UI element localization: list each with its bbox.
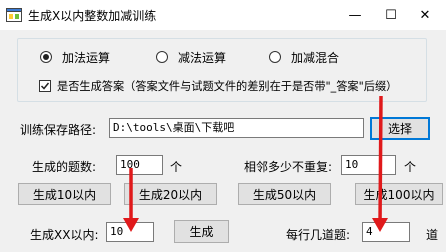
answer-checkbox[interactable]: 是否生成答案（答案文件与试题文件的差别在于是否带"_答案"后缀） (39, 78, 397, 94)
radio-indicator (269, 51, 281, 63)
custom-range-input[interactable]: 10 (106, 222, 154, 242)
no-repeat-unit: 个 (404, 160, 417, 174)
radio-mixed[interactable]: 加减混合 (269, 49, 339, 65)
app-window: 生成X以内整数加减训练 — ☐ ✕ 加法运算 减法运算 加减混合 是否生成答案（… (0, 0, 446, 252)
radio-mixed-label: 加减混合 (291, 50, 340, 65)
question-count-unit: 个 (170, 160, 183, 174)
radio-add[interactable]: 加法运算 (40, 49, 110, 65)
radio-add-label: 加法运算 (62, 50, 111, 65)
preset-50-button[interactable]: 生成50以内 (238, 183, 331, 205)
answer-checkbox-label: 是否生成答案（答案文件与试题文件的差别在于是否带"_答案"后缀） (57, 80, 398, 93)
no-repeat-input[interactable]: 10 (341, 155, 396, 175)
close-icon: ✕ (419, 7, 431, 23)
radio-indicator (156, 51, 168, 63)
per-row-label: 每行几道题: (286, 228, 351, 242)
title-bar: 生成X以内整数加减训练 — ☐ ✕ (0, 0, 446, 30)
save-path-input[interactable]: D:\tools\桌面\下载吧 (109, 118, 364, 138)
per-row-input[interactable]: 4 (362, 222, 410, 242)
generate-button[interactable]: 生成 (174, 220, 229, 243)
maximize-icon: ☐ (385, 7, 397, 23)
radio-subtract[interactable]: 减法运算 (156, 49, 226, 65)
radio-subtract-label: 减法运算 (178, 50, 227, 65)
question-count-input[interactable]: 100 (116, 155, 163, 175)
checkbox-indicator (39, 80, 51, 92)
preset-10-button[interactable]: 生成10以内 (18, 183, 111, 205)
checkmark-icon (40, 82, 50, 90)
custom-range-label: 生成XX以内: (30, 228, 99, 242)
radio-indicator-selected (40, 51, 52, 63)
browse-button[interactable]: 选择 (370, 117, 430, 140)
minimize-icon: — (348, 7, 362, 23)
close-button[interactable]: ✕ (404, 0, 446, 30)
per-row-unit: 道 (426, 228, 439, 242)
question-count-label: 生成的题数: (32, 160, 97, 174)
preset-100-button[interactable]: 生成100以内 (355, 183, 443, 205)
save-path-label: 训练保存路径: (20, 123, 97, 137)
app-icon (6, 8, 22, 22)
window-title: 生成X以内整数加减训练 (28, 9, 157, 23)
preset-20-button[interactable]: 生成20以内 (124, 183, 217, 205)
no-repeat-label: 相邻多少不重复: (244, 160, 333, 174)
